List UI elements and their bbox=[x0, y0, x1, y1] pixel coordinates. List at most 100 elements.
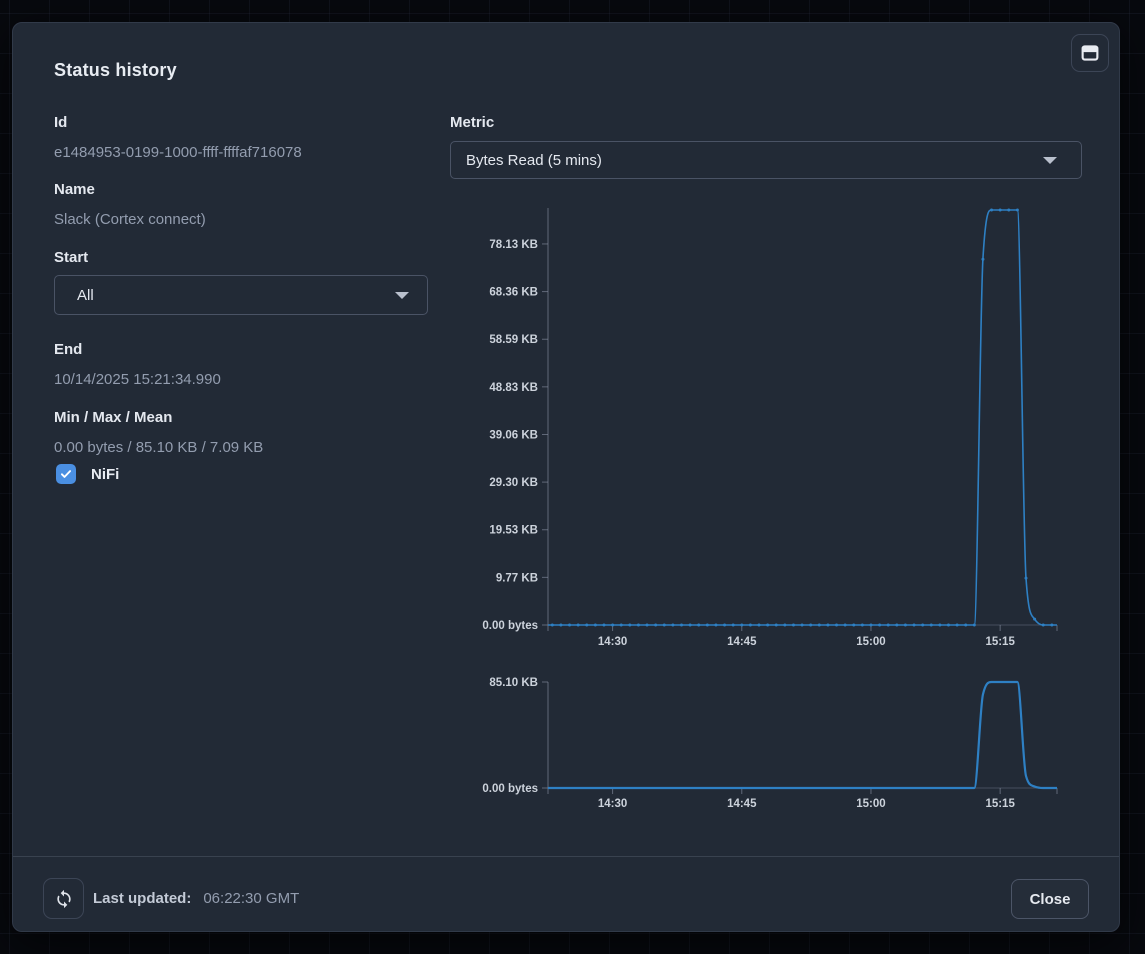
data-point-marker bbox=[662, 623, 666, 627]
data-point-marker bbox=[585, 623, 589, 627]
data-point-marker bbox=[912, 623, 916, 627]
data-point-marker bbox=[714, 623, 718, 627]
field-end-value: 10/14/2025 15:21:34.990 bbox=[54, 371, 221, 388]
start-select[interactable]: All bbox=[54, 275, 428, 315]
window-maximize-icon bbox=[1080, 44, 1100, 62]
field-name-label: Name bbox=[54, 181, 95, 198]
status-history-charts[interactable]: 78.13 KB 68.36 KB 58.59 KB 48.83 KB 39.06 KB… bbox=[450, 183, 1082, 813]
y-tick-label: 0.00 bytes bbox=[482, 620, 538, 632]
data-point-marker bbox=[835, 623, 839, 627]
data-point-marker bbox=[731, 623, 735, 627]
data-point-marker bbox=[568, 623, 572, 627]
field-id-value: e1484953-0199-1000-ffff-ffffaf716078 bbox=[54, 144, 302, 161]
data-point-marker bbox=[903, 623, 907, 627]
field-metric-label: Metric bbox=[450, 114, 495, 131]
data-point-marker bbox=[774, 623, 778, 627]
y-tick-label: 58.59 KB bbox=[489, 334, 538, 346]
data-point-marker bbox=[852, 623, 856, 627]
data-point-marker bbox=[990, 208, 994, 212]
data-point-marker bbox=[645, 623, 649, 627]
data-point-marker bbox=[878, 623, 882, 627]
data-point-marker bbox=[740, 623, 744, 627]
y-tick-label: 85.10 KB bbox=[489, 677, 538, 689]
x-tick-label: 14:45 bbox=[727, 636, 757, 648]
data-point-marker bbox=[697, 623, 701, 627]
data-point-marker bbox=[611, 623, 615, 627]
x-tick-label: 14:45 bbox=[727, 798, 757, 810]
check-icon bbox=[59, 467, 73, 481]
y-tick-label: 78.13 KB bbox=[489, 239, 538, 251]
x-tick-label: 14:30 bbox=[598, 798, 627, 810]
data-point-marker bbox=[972, 623, 976, 627]
field-name-value: Slack (Cortex connect) bbox=[54, 211, 206, 228]
nifi-series-line-overview bbox=[548, 680, 1058, 790]
data-point-marker bbox=[1007, 208, 1011, 212]
last-updated-value: 06:22:30 GMT bbox=[203, 890, 300, 907]
data-point-marker bbox=[981, 257, 985, 261]
data-point-marker bbox=[602, 623, 606, 627]
nifi-checkbox-label: NiFi bbox=[91, 465, 120, 483]
data-point-marker bbox=[679, 623, 683, 627]
x-tick-label: 15:15 bbox=[985, 636, 1015, 648]
data-point-marker bbox=[619, 623, 623, 627]
data-point-marker bbox=[817, 623, 821, 627]
last-updated-label: Last updated: bbox=[93, 890, 192, 907]
data-point-marker bbox=[1015, 208, 1019, 212]
data-point-marker bbox=[921, 623, 925, 627]
data-point-marker bbox=[654, 623, 658, 627]
data-point-marker bbox=[593, 623, 597, 627]
x-tick-label: 14:30 bbox=[598, 636, 627, 648]
maximize-button[interactable] bbox=[1071, 34, 1109, 72]
data-point-marker bbox=[783, 623, 787, 627]
data-point-marker bbox=[705, 623, 709, 627]
data-point-marker bbox=[1024, 576, 1028, 580]
status-history-dialog: Status history Id e1484953-0199-1000-fff… bbox=[12, 22, 1120, 932]
data-point-marker bbox=[800, 623, 804, 627]
nifi-series-row: NiFi bbox=[56, 464, 119, 484]
metric-select-value: Bytes Read (5 mins) bbox=[466, 151, 602, 169]
nifi-series-line bbox=[548, 209, 1057, 626]
data-point-marker bbox=[869, 623, 873, 627]
data-point-marker bbox=[559, 623, 563, 627]
y-tick-label: 48.83 KB bbox=[489, 382, 538, 394]
data-point-marker bbox=[757, 623, 761, 627]
data-point-marker bbox=[1041, 623, 1045, 627]
refresh-button[interactable] bbox=[43, 878, 84, 919]
data-point-marker bbox=[860, 623, 864, 627]
data-point-marker bbox=[843, 623, 847, 627]
data-point-marker bbox=[723, 623, 727, 627]
refresh-icon bbox=[54, 889, 74, 909]
data-point-marker bbox=[1050, 623, 1054, 627]
data-point-marker bbox=[688, 623, 692, 627]
data-point-marker bbox=[998, 208, 1002, 212]
data-point-marker bbox=[766, 623, 770, 627]
data-point-marker bbox=[826, 623, 830, 627]
field-id-label: Id bbox=[54, 114, 68, 131]
x-tick-label: 15:15 bbox=[985, 798, 1015, 810]
y-tick-label: 19.53 KB bbox=[489, 525, 538, 537]
data-point-marker bbox=[636, 623, 640, 627]
x-tick-label: 15:00 bbox=[856, 798, 885, 810]
last-updated: Last updated: 06:22:30 GMT bbox=[93, 878, 299, 919]
data-point-marker bbox=[550, 623, 554, 627]
data-point-marker bbox=[955, 623, 959, 627]
y-tick-label: 39.06 KB bbox=[489, 429, 538, 441]
data-point-marker bbox=[628, 623, 632, 627]
data-point-marker bbox=[809, 623, 813, 627]
close-button[interactable]: Close bbox=[1011, 879, 1089, 919]
page-background: { "dialog": { "title": "Status history",… bbox=[0, 0, 1145, 954]
data-point-marker bbox=[1033, 617, 1037, 621]
data-point-marker bbox=[895, 623, 899, 627]
nifi-checkbox[interactable] bbox=[56, 464, 76, 484]
data-point-marker bbox=[748, 623, 752, 627]
y-tick-label: 68.36 KB bbox=[489, 287, 538, 299]
dialog-title: Status history bbox=[54, 60, 177, 80]
metric-select[interactable]: Bytes Read (5 mins) bbox=[450, 141, 1082, 179]
data-point-marker bbox=[671, 623, 675, 627]
chevron-down-icon bbox=[395, 292, 409, 299]
field-minmaxmean-value: 0.00 bytes / 85.10 KB / 7.09 KB bbox=[54, 439, 264, 456]
data-point-marker bbox=[791, 623, 795, 627]
data-point-marker bbox=[886, 623, 890, 627]
start-select-value: All bbox=[77, 286, 94, 304]
data-point-marker bbox=[964, 623, 968, 627]
